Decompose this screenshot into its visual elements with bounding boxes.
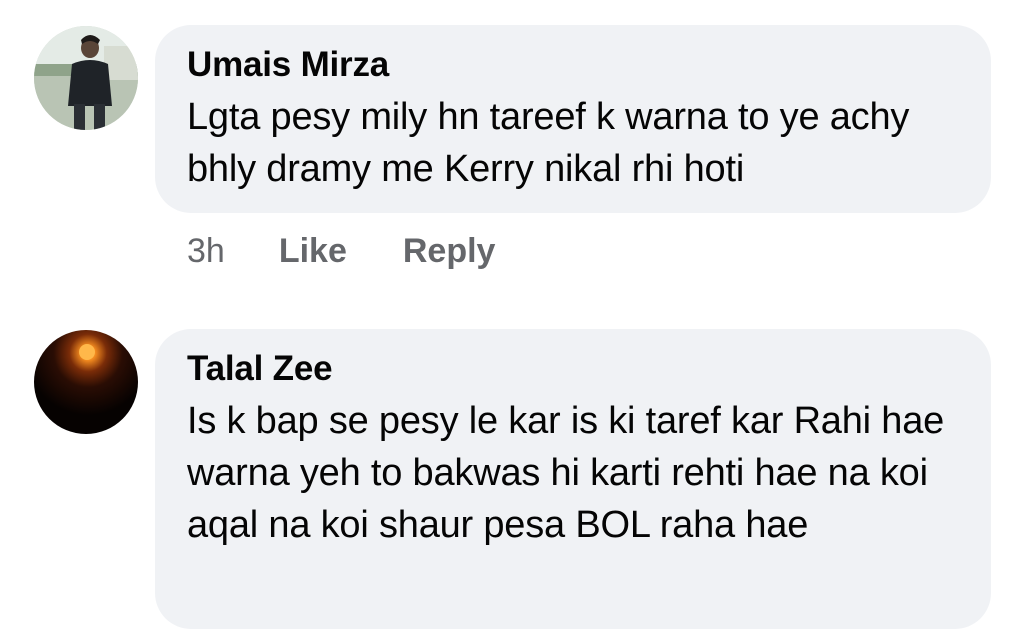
reply-button[interactable]: Reply (403, 232, 496, 271)
comment-text: Is k bap se pesy le kar is ki taref kar … (187, 400, 945, 546)
comment-author[interactable]: Umais Mirza (187, 45, 957, 85)
comment-text: Lgta pesy mily hn tareef k warna to ye a… (187, 96, 910, 190)
avatar[interactable] (34, 330, 138, 434)
like-button[interactable]: Like (279, 232, 347, 271)
comment-author[interactable]: Talal Zee (187, 349, 957, 389)
profile-photo-sun-icon (34, 330, 138, 434)
comment-actions: 3h Like Reply (187, 232, 551, 271)
comment-bubble: Umais Mirza Lgta pesy mily hn tareef k w… (155, 25, 991, 213)
avatar[interactable] (34, 26, 138, 130)
comment-timestamp[interactable]: 3h (187, 232, 225, 271)
comment-bubble: Talal Zee Is k bap se pesy le kar is ki … (155, 329, 991, 629)
profile-photo-person-icon (34, 26, 138, 130)
